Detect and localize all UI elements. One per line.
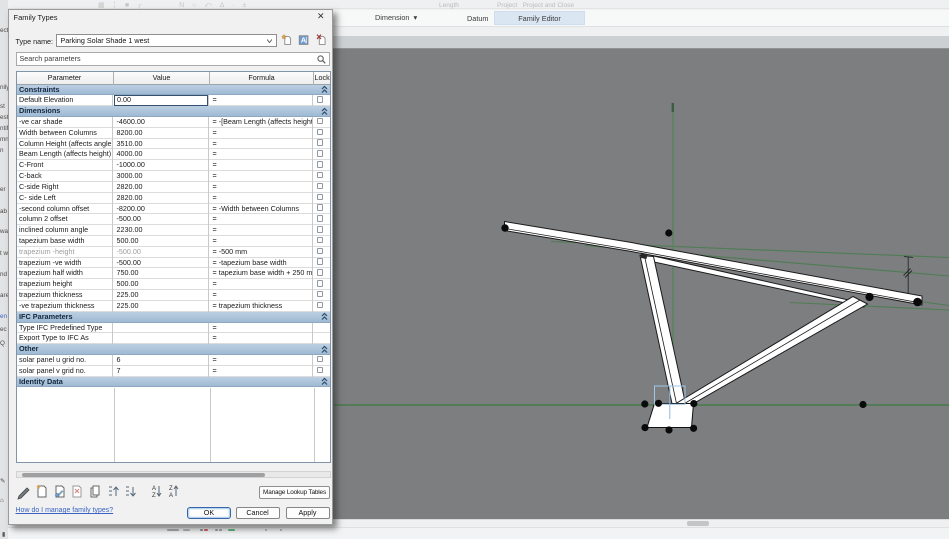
svg-text:Z: Z: [152, 493, 156, 499]
svg-text:A: A: [152, 486, 156, 492]
svg-text:A: A: [301, 36, 307, 45]
svg-text:Z: Z: [169, 486, 173, 492]
svg-text:A: A: [169, 493, 173, 499]
